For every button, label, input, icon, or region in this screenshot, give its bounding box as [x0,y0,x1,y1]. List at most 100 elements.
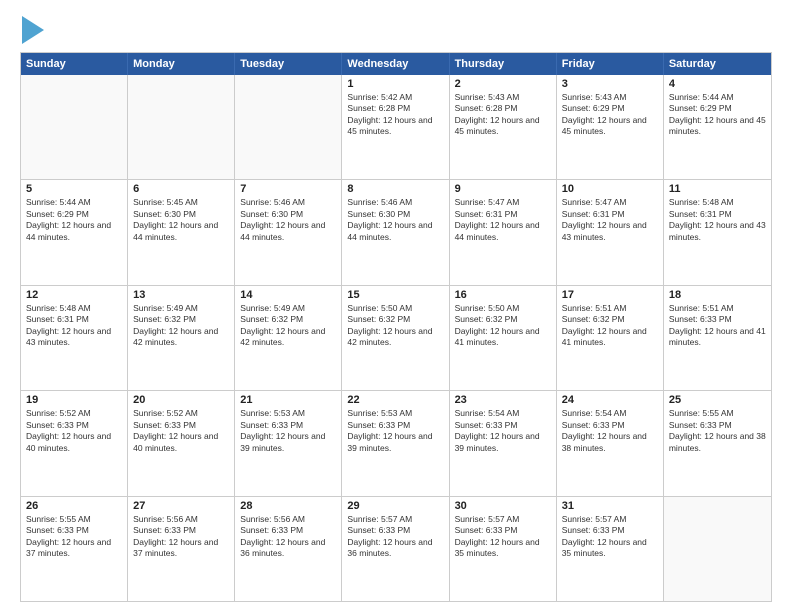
cell-info: Sunrise: 5:53 AM Sunset: 6:33 PM Dayligh… [240,408,336,454]
header [20,18,772,44]
day-cell-24: 24Sunrise: 5:54 AM Sunset: 6:33 PM Dayli… [557,391,664,495]
cell-info: Sunrise: 5:46 AM Sunset: 6:30 PM Dayligh… [240,197,336,243]
cell-info: Sunrise: 5:49 AM Sunset: 6:32 PM Dayligh… [133,303,229,349]
cell-info: Sunrise: 5:42 AM Sunset: 6:28 PM Dayligh… [347,92,443,138]
cell-info: Sunrise: 5:53 AM Sunset: 6:33 PM Dayligh… [347,408,443,454]
day-number: 23 [455,394,551,406]
cell-info: Sunrise: 5:55 AM Sunset: 6:33 PM Dayligh… [669,408,766,454]
calendar-body: 1 Sunrise: 5:42 AM Sunset: 6:28 PM Daylig… [21,75,771,601]
cell-info: Sunrise: 5:57 AM Sunset: 6:33 PM Dayligh… [455,514,551,560]
calendar: SundayMondayTuesdayWednesdayThursdayFrid… [20,52,772,602]
calendar-page: SundayMondayTuesdayWednesdayThursdayFrid… [0,0,792,612]
day-cell-9: 9 Sunrise: 5:47 AM Sunset: 6:31 PM Daylig… [450,180,557,284]
empty-cell [21,75,128,179]
day-cell-18: 18Sunrise: 5:51 AM Sunset: 6:33 PM Dayli… [664,286,771,390]
cell-info: Sunrise: 5:44 AM Sunset: 6:29 PM Dayligh… [669,92,766,138]
cell-info: Sunrise: 5:52 AM Sunset: 6:33 PM Dayligh… [133,408,229,454]
day-cell-22: 22Sunrise: 5:53 AM Sunset: 6:33 PM Dayli… [342,391,449,495]
cell-info: Sunrise: 5:48 AM Sunset: 6:31 PM Dayligh… [669,197,766,243]
day-number: 29 [347,500,443,512]
cell-info: Sunrise: 5:52 AM Sunset: 6:33 PM Dayligh… [26,408,122,454]
day-number: 7 [240,183,336,195]
cell-info: Sunrise: 5:43 AM Sunset: 6:29 PM Dayligh… [562,92,658,138]
day-number: 31 [562,500,658,512]
day-number: 26 [26,500,122,512]
day-number: 15 [347,289,443,301]
day-cell-19: 19Sunrise: 5:52 AM Sunset: 6:33 PM Dayli… [21,391,128,495]
day-cell-28: 28 Sunrise: 5:56 AM Sunset: 6:33 PM Dayli… [235,497,342,601]
day-number: 27 [133,500,229,512]
cell-info: Sunrise: 5:45 AM Sunset: 6:30 PM Dayligh… [133,197,229,243]
cell-info: Sunrise: 5:54 AM Sunset: 6:33 PM Dayligh… [455,408,551,454]
header-day-saturday: Saturday [664,53,771,75]
day-cell-5: 5 Sunrise: 5:44 AM Sunset: 6:29 PM Daylig… [21,180,128,284]
day-number: 14 [240,289,336,301]
day-number: 28 [240,500,336,512]
day-number: 11 [669,183,766,195]
cell-info: Sunrise: 5:43 AM Sunset: 6:28 PM Dayligh… [455,92,551,138]
day-cell-30: 30 Sunrise: 5:57 AM Sunset: 6:33 PM Dayli… [450,497,557,601]
cell-info: Sunrise: 5:55 AM Sunset: 6:33 PM Dayligh… [26,514,122,560]
calendar-week-3: 12Sunrise: 5:48 AM Sunset: 6:31 PM Dayli… [21,286,771,391]
day-cell-11: 11 Sunrise: 5:48 AM Sunset: 6:31 PM Dayli… [664,180,771,284]
day-number: 21 [240,394,336,406]
day-number: 3 [562,78,658,90]
day-cell-14: 14 Sunrise: 5:49 AM Sunset: 6:32 PM Dayli… [235,286,342,390]
calendar-week-2: 5 Sunrise: 5:44 AM Sunset: 6:29 PM Daylig… [21,180,771,285]
header-day-tuesday: Tuesday [235,53,342,75]
day-number: 10 [562,183,658,195]
day-cell-15: 15 Sunrise: 5:50 AM Sunset: 6:32 PM Dayli… [342,286,449,390]
day-cell-20: 20Sunrise: 5:52 AM Sunset: 6:33 PM Dayli… [128,391,235,495]
header-day-monday: Monday [128,53,235,75]
day-number: 24 [562,394,658,406]
header-day-wednesday: Wednesday [342,53,449,75]
cell-info: Sunrise: 5:48 AM Sunset: 6:31 PM Dayligh… [26,303,122,349]
cell-info: Sunrise: 5:50 AM Sunset: 6:32 PM Dayligh… [347,303,443,349]
day-number: 16 [455,289,551,301]
day-cell-12: 12Sunrise: 5:48 AM Sunset: 6:31 PM Dayli… [21,286,128,390]
cell-info: Sunrise: 5:56 AM Sunset: 6:33 PM Dayligh… [240,514,336,560]
calendar-header: SundayMondayTuesdayWednesdayThursdayFrid… [21,53,771,75]
calendar-week-4: 19Sunrise: 5:52 AM Sunset: 6:33 PM Dayli… [21,391,771,496]
day-cell-6: 6 Sunrise: 5:45 AM Sunset: 6:30 PM Daylig… [128,180,235,284]
day-number: 5 [26,183,122,195]
logo [20,18,44,44]
day-number: 25 [669,394,766,406]
day-cell-7: 7 Sunrise: 5:46 AM Sunset: 6:30 PM Daylig… [235,180,342,284]
day-number: 18 [669,289,766,301]
day-cell-17: 17 Sunrise: 5:51 AM Sunset: 6:32 PM Dayli… [557,286,664,390]
cell-info: Sunrise: 5:51 AM Sunset: 6:32 PM Dayligh… [562,303,658,349]
cell-info: Sunrise: 5:57 AM Sunset: 6:33 PM Dayligh… [562,514,658,560]
cell-info: Sunrise: 5:47 AM Sunset: 6:31 PM Dayligh… [562,197,658,243]
day-cell-29: 29 Sunrise: 5:57 AM Sunset: 6:33 PM Dayli… [342,497,449,601]
cell-info: Sunrise: 5:44 AM Sunset: 6:29 PM Dayligh… [26,197,122,243]
day-cell-13: 13 Sunrise: 5:49 AM Sunset: 6:32 PM Dayli… [128,286,235,390]
day-cell-1: 1 Sunrise: 5:42 AM Sunset: 6:28 PM Daylig… [342,75,449,179]
day-number: 6 [133,183,229,195]
day-number: 17 [562,289,658,301]
day-number: 1 [347,78,443,90]
empty-cell [235,75,342,179]
day-number: 13 [133,289,229,301]
cell-info: Sunrise: 5:47 AM Sunset: 6:31 PM Dayligh… [455,197,551,243]
cell-info: Sunrise: 5:57 AM Sunset: 6:33 PM Dayligh… [347,514,443,560]
header-day-friday: Friday [557,53,664,75]
cell-info: Sunrise: 5:49 AM Sunset: 6:32 PM Dayligh… [240,303,336,349]
day-number: 9 [455,183,551,195]
header-day-thursday: Thursday [450,53,557,75]
day-cell-31: 31 Sunrise: 5:57 AM Sunset: 6:33 PM Dayli… [557,497,664,601]
logo-icon [22,16,44,44]
day-number: 30 [455,500,551,512]
day-cell-16: 16 Sunrise: 5:50 AM Sunset: 6:32 PM Dayli… [450,286,557,390]
day-cell-10: 10 Sunrise: 5:47 AM Sunset: 6:31 PM Dayli… [557,180,664,284]
empty-cell [664,497,771,601]
empty-cell [128,75,235,179]
day-number: 8 [347,183,443,195]
cell-info: Sunrise: 5:46 AM Sunset: 6:30 PM Dayligh… [347,197,443,243]
cell-info: Sunrise: 5:50 AM Sunset: 6:32 PM Dayligh… [455,303,551,349]
day-cell-26: 26 Sunrise: 5:55 AM Sunset: 6:33 PM Dayli… [21,497,128,601]
header-day-sunday: Sunday [21,53,128,75]
day-cell-8: 8 Sunrise: 5:46 AM Sunset: 6:30 PM Daylig… [342,180,449,284]
day-cell-25: 25 Sunrise: 5:55 AM Sunset: 6:33 PM Dayli… [664,391,771,495]
calendar-week-5: 26 Sunrise: 5:55 AM Sunset: 6:33 PM Dayli… [21,497,771,601]
